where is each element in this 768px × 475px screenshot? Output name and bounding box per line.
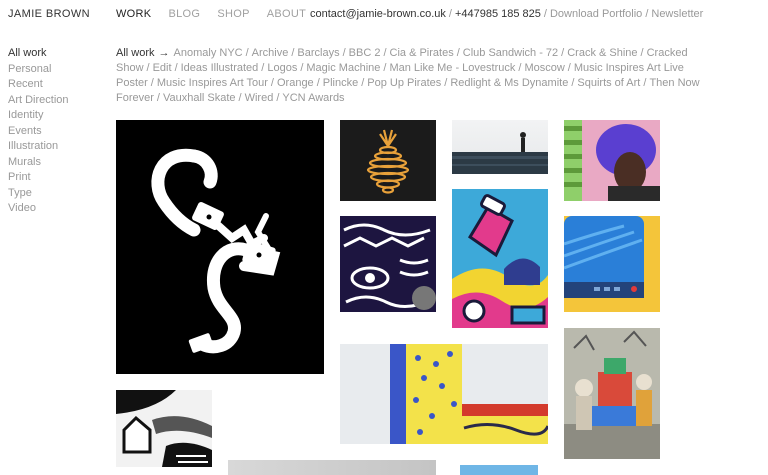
filter-separator: / bbox=[342, 47, 346, 59]
sidebar-item-personal[interactable]: Personal bbox=[8, 62, 69, 78]
filter-item[interactable]: Barclays bbox=[297, 47, 339, 59]
blue-tile-partial[interactable] bbox=[460, 465, 538, 475]
filter-item[interactable]: Club Sandwich - 72 bbox=[463, 47, 558, 59]
main-nav: WORK BLOG SHOP ABOUT bbox=[116, 8, 320, 20]
filter-item[interactable]: YCN Awards bbox=[282, 92, 344, 104]
filter-separator: / bbox=[291, 47, 295, 59]
filter-separator: / bbox=[444, 77, 448, 89]
purple-hair-portrait[interactable] bbox=[564, 120, 660, 201]
nav-about[interactable]: ABOUT bbox=[267, 8, 306, 20]
filter-separator: / bbox=[383, 62, 387, 74]
filter-item[interactable]: Magic Machine bbox=[306, 62, 380, 74]
filter-separator: / bbox=[567, 62, 571, 74]
site-brand[interactable]: JAMIE BROWN bbox=[8, 8, 90, 20]
filter-separator: / bbox=[300, 62, 304, 74]
black-white-eye-pattern[interactable] bbox=[340, 216, 436, 312]
grey-tile-partial[interactable] bbox=[228, 460, 436, 475]
filter-separator: / bbox=[316, 77, 320, 89]
sculpture-installation-photo[interactable] bbox=[564, 328, 660, 459]
filter-separator: / bbox=[561, 47, 565, 59]
filter-separator: / bbox=[361, 77, 365, 89]
filter-item[interactable]: Logos bbox=[267, 62, 297, 74]
email-link[interactable]: contact@jamie-brown.co.uk bbox=[310, 8, 446, 20]
filter-separator: / bbox=[245, 47, 249, 59]
filter-item[interactable]: Ideas Illustrated bbox=[181, 62, 259, 74]
filter-item[interactable]: Man Like Me - Lovestruck bbox=[389, 62, 515, 74]
filter-item[interactable]: Pop Up Pirates bbox=[367, 77, 441, 89]
sidebar-item-illustration[interactable]: Illustration bbox=[8, 139, 69, 155]
filter-item[interactable]: Orange bbox=[277, 77, 314, 89]
filter-item[interactable]: Redlight & Ms Dynamite bbox=[450, 77, 568, 89]
phone-link[interactable]: +447985 185 825 bbox=[455, 8, 541, 20]
filter-separator: / bbox=[276, 92, 280, 104]
filter-separator: / bbox=[383, 47, 387, 59]
nav-shop[interactable]: SHOP bbox=[217, 8, 249, 20]
filter-separator: / bbox=[261, 62, 265, 74]
filter-item[interactable]: Archive bbox=[252, 47, 289, 59]
black-white-house-drawing[interactable] bbox=[116, 390, 212, 467]
filter-item[interactable]: Crack & Shine bbox=[567, 47, 637, 59]
filter-separator: / bbox=[146, 62, 150, 74]
nav-blog[interactable]: BLOG bbox=[168, 8, 200, 20]
download-portfolio-link[interactable]: Download Portfolio bbox=[550, 8, 642, 20]
filter-item[interactable]: Music Inspires Art Tour bbox=[157, 77, 268, 89]
filter-item[interactable]: Anomaly NYC bbox=[174, 47, 243, 59]
filter-item[interactable]: Moscow bbox=[524, 62, 564, 74]
filter-separator: / bbox=[150, 77, 154, 89]
filter-separator: / bbox=[174, 62, 178, 74]
sidebar-item-print[interactable]: Print bbox=[8, 170, 69, 186]
blue-yellow-device-artwork[interactable] bbox=[564, 216, 660, 312]
category-sidebar: All work Personal Recent Art Direction I… bbox=[8, 46, 69, 217]
filter-separator: / bbox=[640, 47, 644, 59]
filter-item[interactable]: Cia & Pirates bbox=[390, 47, 454, 59]
filter-all-work[interactable]: All work bbox=[116, 47, 155, 59]
filter-item[interactable]: Vauxhall Skate bbox=[163, 92, 236, 104]
arrow-right-icon: → bbox=[158, 47, 170, 59]
filter-separator: / bbox=[456, 47, 460, 59]
sidebar-item-type[interactable]: Type bbox=[8, 186, 69, 202]
newsletter-link[interactable]: Newsletter bbox=[651, 8, 703, 20]
nav-work[interactable]: WORK bbox=[116, 8, 151, 20]
filter-separator: / bbox=[238, 92, 242, 104]
handcuffs-artwork[interactable] bbox=[116, 120, 324, 374]
sidebar-item-identity[interactable]: Identity bbox=[8, 108, 69, 124]
mural-wall-photo[interactable] bbox=[340, 344, 548, 444]
filter-item[interactable]: Squirts of Art bbox=[577, 77, 640, 89]
sidebar-item-video[interactable]: Video bbox=[8, 201, 69, 217]
client-filter-list: All work → Anomaly NYC / Archive / Barclays / BB… bbox=[116, 46, 756, 106]
filter-item[interactable]: Plincke bbox=[323, 77, 358, 89]
filter-separator: / bbox=[156, 92, 160, 104]
filter-separator: / bbox=[571, 77, 575, 89]
colorful-illustration-bottle[interactable] bbox=[452, 189, 548, 328]
sidebar-item-events[interactable]: Events bbox=[8, 124, 69, 140]
contact-bar: contact@jamie-brown.co.uk / +447985 185 82… bbox=[310, 8, 704, 20]
orange-spiral-artwork[interactable] bbox=[340, 120, 436, 201]
filter-item[interactable]: BBC 2 bbox=[349, 47, 381, 59]
sidebar-item-art-direction[interactable]: Art Direction bbox=[8, 93, 69, 109]
filter-item[interactable]: Wired bbox=[245, 92, 274, 104]
filter-separator: / bbox=[518, 62, 522, 74]
rooftop-figure-photo[interactable] bbox=[452, 120, 548, 174]
sidebar-item-all-work[interactable]: All work bbox=[8, 46, 69, 62]
sidebar-item-murals[interactable]: Murals bbox=[8, 155, 69, 171]
sidebar-item-recent[interactable]: Recent bbox=[8, 77, 69, 93]
filter-separator: / bbox=[270, 77, 274, 89]
filter-separator: / bbox=[643, 77, 647, 89]
filter-item[interactable]: Edit bbox=[153, 62, 172, 74]
